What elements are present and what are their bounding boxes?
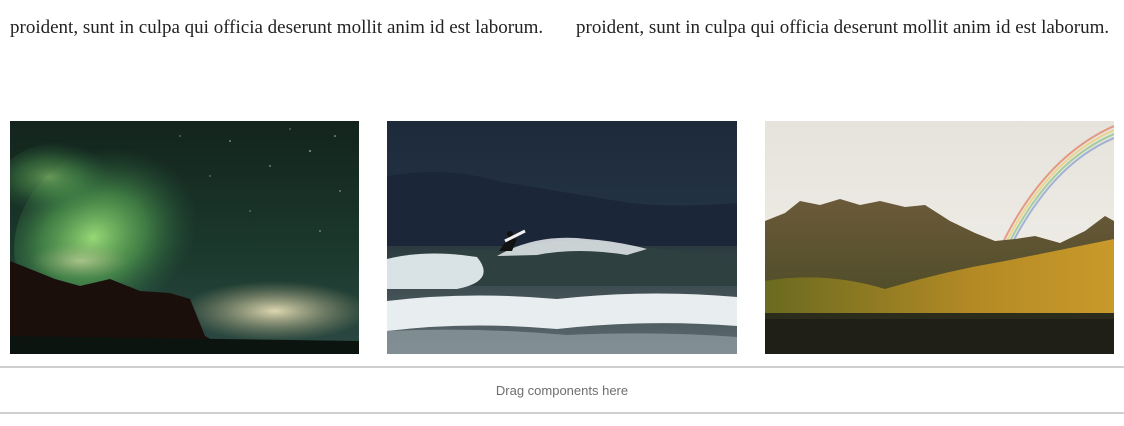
surfer-illustration	[387, 121, 737, 354]
paragraph-right: proident, sunt in culpa qui officia dese…	[576, 17, 1110, 38]
text-column-right: proident, sunt in culpa qui officia dese…	[576, 4, 1114, 51]
aurora-illustration	[10, 121, 359, 354]
paragraph-left: proident, sunt in culpa qui officia dese…	[10, 17, 544, 38]
text-column-left: proident, sunt in culpa qui officia dese…	[10, 4, 548, 51]
dropzone-label: Drag components here	[495, 382, 629, 398]
rainbow-illustration	[765, 121, 1114, 354]
component-dropzone[interactable]: Drag components here	[0, 366, 1124, 414]
surfer-image[interactable]	[387, 121, 737, 354]
aurora-image[interactable]	[10, 121, 359, 354]
image-gallery	[0, 121, 1124, 354]
rainbow-image[interactable]	[765, 121, 1114, 354]
text-section: proident, sunt in culpa qui officia dese…	[0, 0, 1124, 110]
